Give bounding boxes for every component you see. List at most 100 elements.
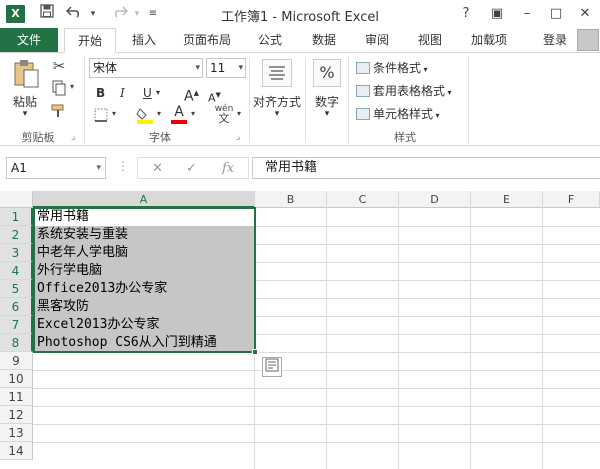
column-header[interactable]: A: [33, 191, 255, 208]
format-painter-icon[interactable]: [50, 103, 68, 121]
copy-icon[interactable]: [50, 80, 68, 98]
alignment-button[interactable]: 对齐方式: [252, 93, 302, 110]
help-button[interactable]: ?: [455, 4, 477, 24]
row-header[interactable]: 13: [0, 424, 33, 442]
maximize-button[interactable]: □: [545, 4, 567, 24]
name-box[interactable]: A1 ▾: [6, 157, 106, 179]
row-header[interactable]: 9: [0, 352, 33, 370]
font-color-dropdown-icon[interactable]: ▾: [189, 109, 197, 118]
shrink-font-button[interactable]: A▼: [208, 85, 221, 105]
selection-border: [33, 207, 256, 353]
cell-styles-button[interactable]: 单元格样式 ▾: [356, 104, 440, 124]
formula-buttons: ✕ ✓ fx: [137, 157, 249, 179]
paste-icon[interactable]: [12, 59, 40, 89]
quick-analysis-icon[interactable]: [262, 357, 282, 377]
bold-button[interactable]: B: [96, 83, 105, 103]
group-separator: [348, 57, 349, 143]
grow-font-button[interactable]: A▲: [184, 83, 199, 105]
column-header[interactable]: B: [255, 191, 327, 208]
clipboard-group-label: 剪贴板: [21, 131, 55, 144]
font-name-select[interactable]: 宋体 ▾: [89, 58, 203, 78]
alignment-dropdown-icon[interactable]: ▾: [270, 109, 284, 119]
fill-handle[interactable]: [252, 349, 258, 355]
styles-group-label: 样式: [394, 131, 416, 144]
font-color-icon[interactable]: A: [170, 105, 188, 125]
italic-button[interactable]: I: [120, 83, 125, 103]
copy-dropdown-icon[interactable]: ▾: [68, 82, 76, 91]
tab-formulas[interactable]: 公式: [250, 28, 290, 52]
row-header[interactable]: 2: [0, 226, 33, 244]
cut-icon[interactable]: ✂: [50, 57, 68, 75]
window-title: 工作簿1 - Microsoft Excel: [221, 10, 379, 25]
alignment-icon[interactable]: [262, 59, 292, 87]
tab-page-layout[interactable]: 页面布局: [176, 28, 238, 52]
clipboard-launcher-icon[interactable]: ⌟: [71, 132, 75, 142]
conditional-formatting-icon: [356, 61, 370, 74]
row-header[interactable]: 5: [0, 280, 33, 298]
number-button[interactable]: 数字: [310, 93, 344, 110]
close-button[interactable]: ✕: [574, 4, 596, 24]
phonetic-dropdown-icon[interactable]: ▾: [235, 109, 243, 118]
user-avatar[interactable]: [577, 29, 599, 51]
cell-styles-icon: [356, 107, 370, 120]
group-separator: [468, 57, 469, 143]
enter-icon[interactable]: ✓: [186, 158, 197, 180]
ribbon-display-button[interactable]: ▣: [486, 4, 508, 24]
phonetic-guide-icon[interactable]: wén 文: [212, 104, 236, 126]
underline-button[interactable]: U: [143, 83, 152, 103]
row-header[interactable]: 6: [0, 298, 33, 316]
borders-icon[interactable]: [93, 108, 109, 124]
column-header[interactable]: D: [399, 191, 471, 208]
column-header[interactable]: F: [543, 191, 600, 208]
row-header[interactable]: 10: [0, 370, 33, 388]
tab-insert[interactable]: 插入: [122, 28, 166, 52]
group-separator: [84, 57, 85, 143]
formula-input[interactable]: 常用书籍: [252, 157, 600, 179]
tab-addins[interactable]: 加载项: [462, 28, 516, 52]
number-dropdown-icon[interactable]: ▾: [320, 109, 334, 119]
row-header[interactable]: 8: [0, 334, 33, 352]
tab-home[interactable]: 开始: [64, 28, 116, 53]
row-header[interactable]: 3: [0, 244, 33, 262]
underline-dropdown-icon[interactable]: ▾: [156, 83, 160, 103]
sign-in-link[interactable]: 登录: [536, 28, 574, 52]
group-separator: [305, 57, 306, 143]
grid-line: [470, 208, 471, 469]
title-bar: X ▾ ▾ ≡ 工作簿1 - Microsoft Excel ? ▣ – □ ✕: [0, 0, 600, 28]
column-header[interactable]: C: [327, 191, 399, 208]
paste-button[interactable]: 粘贴: [10, 93, 40, 110]
font-group-label: 字体: [149, 131, 171, 144]
grid-line: [542, 208, 543, 469]
tab-view[interactable]: 视图: [410, 28, 450, 52]
row-header[interactable]: 1: [0, 208, 33, 226]
tab-data[interactable]: 数据: [304, 28, 344, 52]
format-as-table-icon: [356, 84, 370, 97]
tab-file[interactable]: 文件: [0, 28, 58, 52]
row-header[interactable]: 4: [0, 262, 33, 280]
fill-color-dropdown-icon[interactable]: ▾: [155, 109, 163, 118]
minimize-button[interactable]: –: [516, 4, 538, 24]
row-header[interactable]: 7: [0, 316, 33, 334]
grid-line: [33, 424, 600, 425]
row-header[interactable]: 12: [0, 406, 33, 424]
formula-bar-grip[interactable]: ⋮: [117, 159, 129, 173]
paste-dropdown-icon[interactable]: ▾: [18, 109, 32, 119]
cancel-icon[interactable]: ✕: [152, 158, 163, 180]
tab-review[interactable]: 审阅: [357, 28, 397, 52]
font-launcher-icon[interactable]: ⌟: [236, 132, 240, 142]
select-all-button[interactable]: [0, 191, 33, 208]
grid-line: [398, 208, 399, 469]
column-header[interactable]: E: [471, 191, 543, 208]
worksheet-grid[interactable]: A B C D E F 1 2 3 4 5 6 7 8 9 10 11 12 1…: [0, 191, 600, 469]
ribbon-home: 粘贴 ▾ ✂ ▾ 剪贴板 ⌟ 宋体 ▾ 11 ▾ B I U ▾ A▲ A▼ ▾ ▾…: [0, 52, 600, 146]
format-as-table-button[interactable]: 套用表格格式 ▾: [356, 81, 452, 101]
insert-function-icon[interactable]: fx: [222, 158, 234, 180]
row-header[interactable]: 14: [0, 442, 33, 460]
grid-line: [33, 442, 600, 443]
font-size-select[interactable]: 11 ▾: [206, 58, 246, 78]
row-header[interactable]: 11: [0, 388, 33, 406]
number-format-icon[interactable]: %: [313, 59, 341, 87]
borders-dropdown-icon[interactable]: ▾: [110, 109, 118, 118]
conditional-formatting-button[interactable]: 条件格式 ▾: [356, 58, 428, 78]
fill-color-icon[interactable]: [136, 106, 154, 124]
